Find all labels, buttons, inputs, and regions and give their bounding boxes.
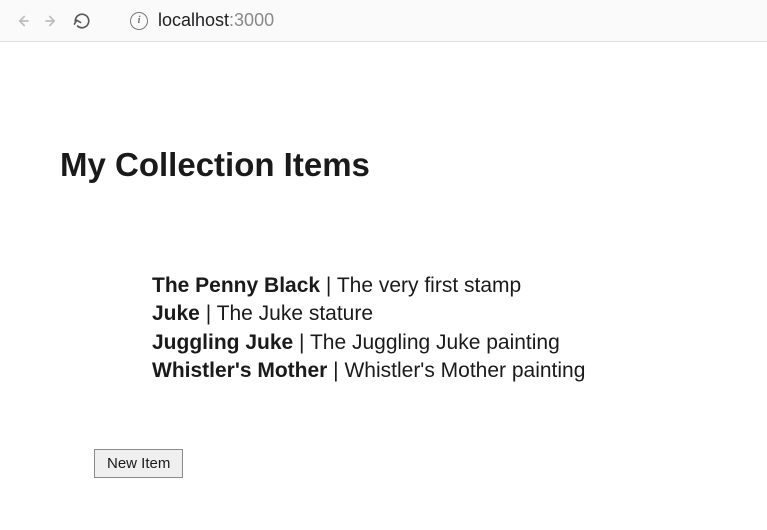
list-item: The Penny Black | The very first stamp: [152, 272, 767, 300]
reload-icon[interactable]: [72, 11, 92, 31]
address-bar[interactable]: i localhost:3000: [130, 10, 755, 31]
item-name: Juke: [152, 302, 200, 325]
browser-toolbar: i localhost:3000: [0, 0, 767, 42]
url-port: :3000: [229, 10, 274, 30]
item-name: Juggling Juke: [152, 331, 293, 354]
item-separator: |: [200, 302, 217, 325]
info-icon[interactable]: i: [130, 12, 148, 30]
item-desc: The very first stamp: [337, 274, 521, 297]
list-item: Whistler's Mother | Whistler's Mother pa…: [152, 357, 767, 385]
item-separator: |: [293, 331, 310, 354]
item-desc: The Juke stature: [217, 302, 373, 325]
back-icon[interactable]: [12, 11, 32, 31]
item-name: The Penny Black: [152, 274, 320, 297]
list-item: Juggling Juke | The Juggling Juke painti…: [152, 329, 767, 357]
item-separator: |: [327, 359, 344, 382]
url-host: localhost: [158, 10, 229, 30]
page-title: My Collection Items: [60, 146, 767, 184]
item-desc: The Juggling Juke painting: [310, 331, 560, 354]
item-desc: Whistler's Mother painting: [344, 359, 585, 382]
url-text: localhost:3000: [158, 10, 274, 31]
item-name: Whistler's Mother: [152, 359, 327, 382]
item-separator: |: [320, 274, 337, 297]
page-content: My Collection Items The Penny Black | Th…: [0, 42, 767, 478]
items-list: The Penny Black | The very first stamp J…: [152, 272, 767, 385]
button-area: New Item: [94, 449, 767, 478]
forward-icon[interactable]: [42, 11, 62, 31]
list-item: Juke | The Juke stature: [152, 300, 767, 328]
new-item-button[interactable]: New Item: [94, 449, 183, 478]
